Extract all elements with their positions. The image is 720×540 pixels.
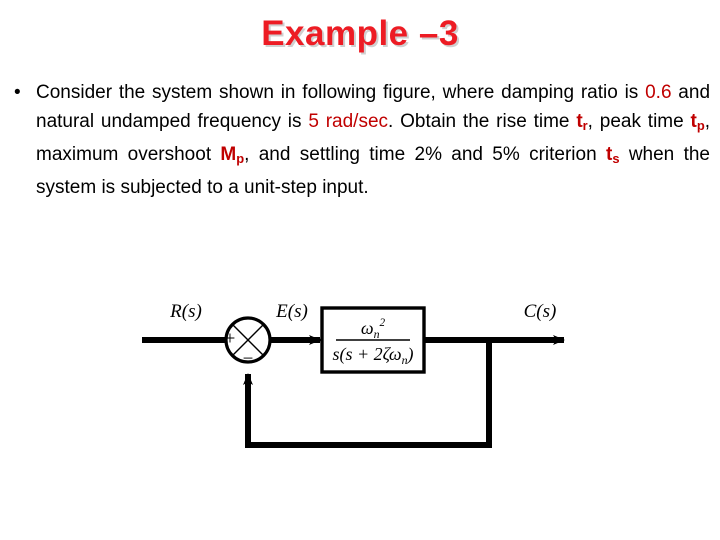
math-symbol: Mp — [220, 144, 245, 167]
body-content: • Consider the system shown in following… — [10, 78, 710, 202]
math-symbol-subscript: s — [612, 151, 620, 167]
body-text-run: , peak time — [587, 111, 691, 132]
math-symbol-subscript: p — [236, 151, 245, 167]
math-symbol: tp — [690, 111, 705, 134]
transfer-function-denominator: s(s + 2ζωn) — [332, 344, 413, 367]
math-symbol: tr — [576, 111, 588, 134]
summing-plus-sign: + — [225, 328, 236, 349]
highlighted-value: 5 rad/sec — [308, 111, 389, 132]
highlighted-value: 0.6 — [645, 82, 672, 103]
block-diagram: + − ωn2 s(s + 2ζωn) R(s) E(s) C(s) — [140, 282, 580, 482]
error-signal-label: E(s) — [275, 301, 308, 322]
problem-statement: Consider the system shown in following f… — [36, 78, 710, 202]
body-text-run: Consider the system shown in following f… — [36, 82, 646, 103]
bullet-list-item: • Consider the system shown in following… — [10, 78, 710, 202]
body-text-run: . Obtain the rise time — [388, 111, 577, 132]
math-symbol: ts — [605, 144, 620, 167]
summing-minus-sign: − — [243, 348, 254, 369]
body-text-run: , and settling time 2% and 5% criterion — [244, 144, 606, 166]
input-signal-label: R(s) — [169, 301, 202, 322]
page-title: Example –3 — [261, 14, 459, 53]
bullet-marker: • — [14, 82, 21, 103]
output-signal-label: C(s) — [524, 301, 557, 322]
math-symbol-subscript: p — [696, 118, 705, 134]
